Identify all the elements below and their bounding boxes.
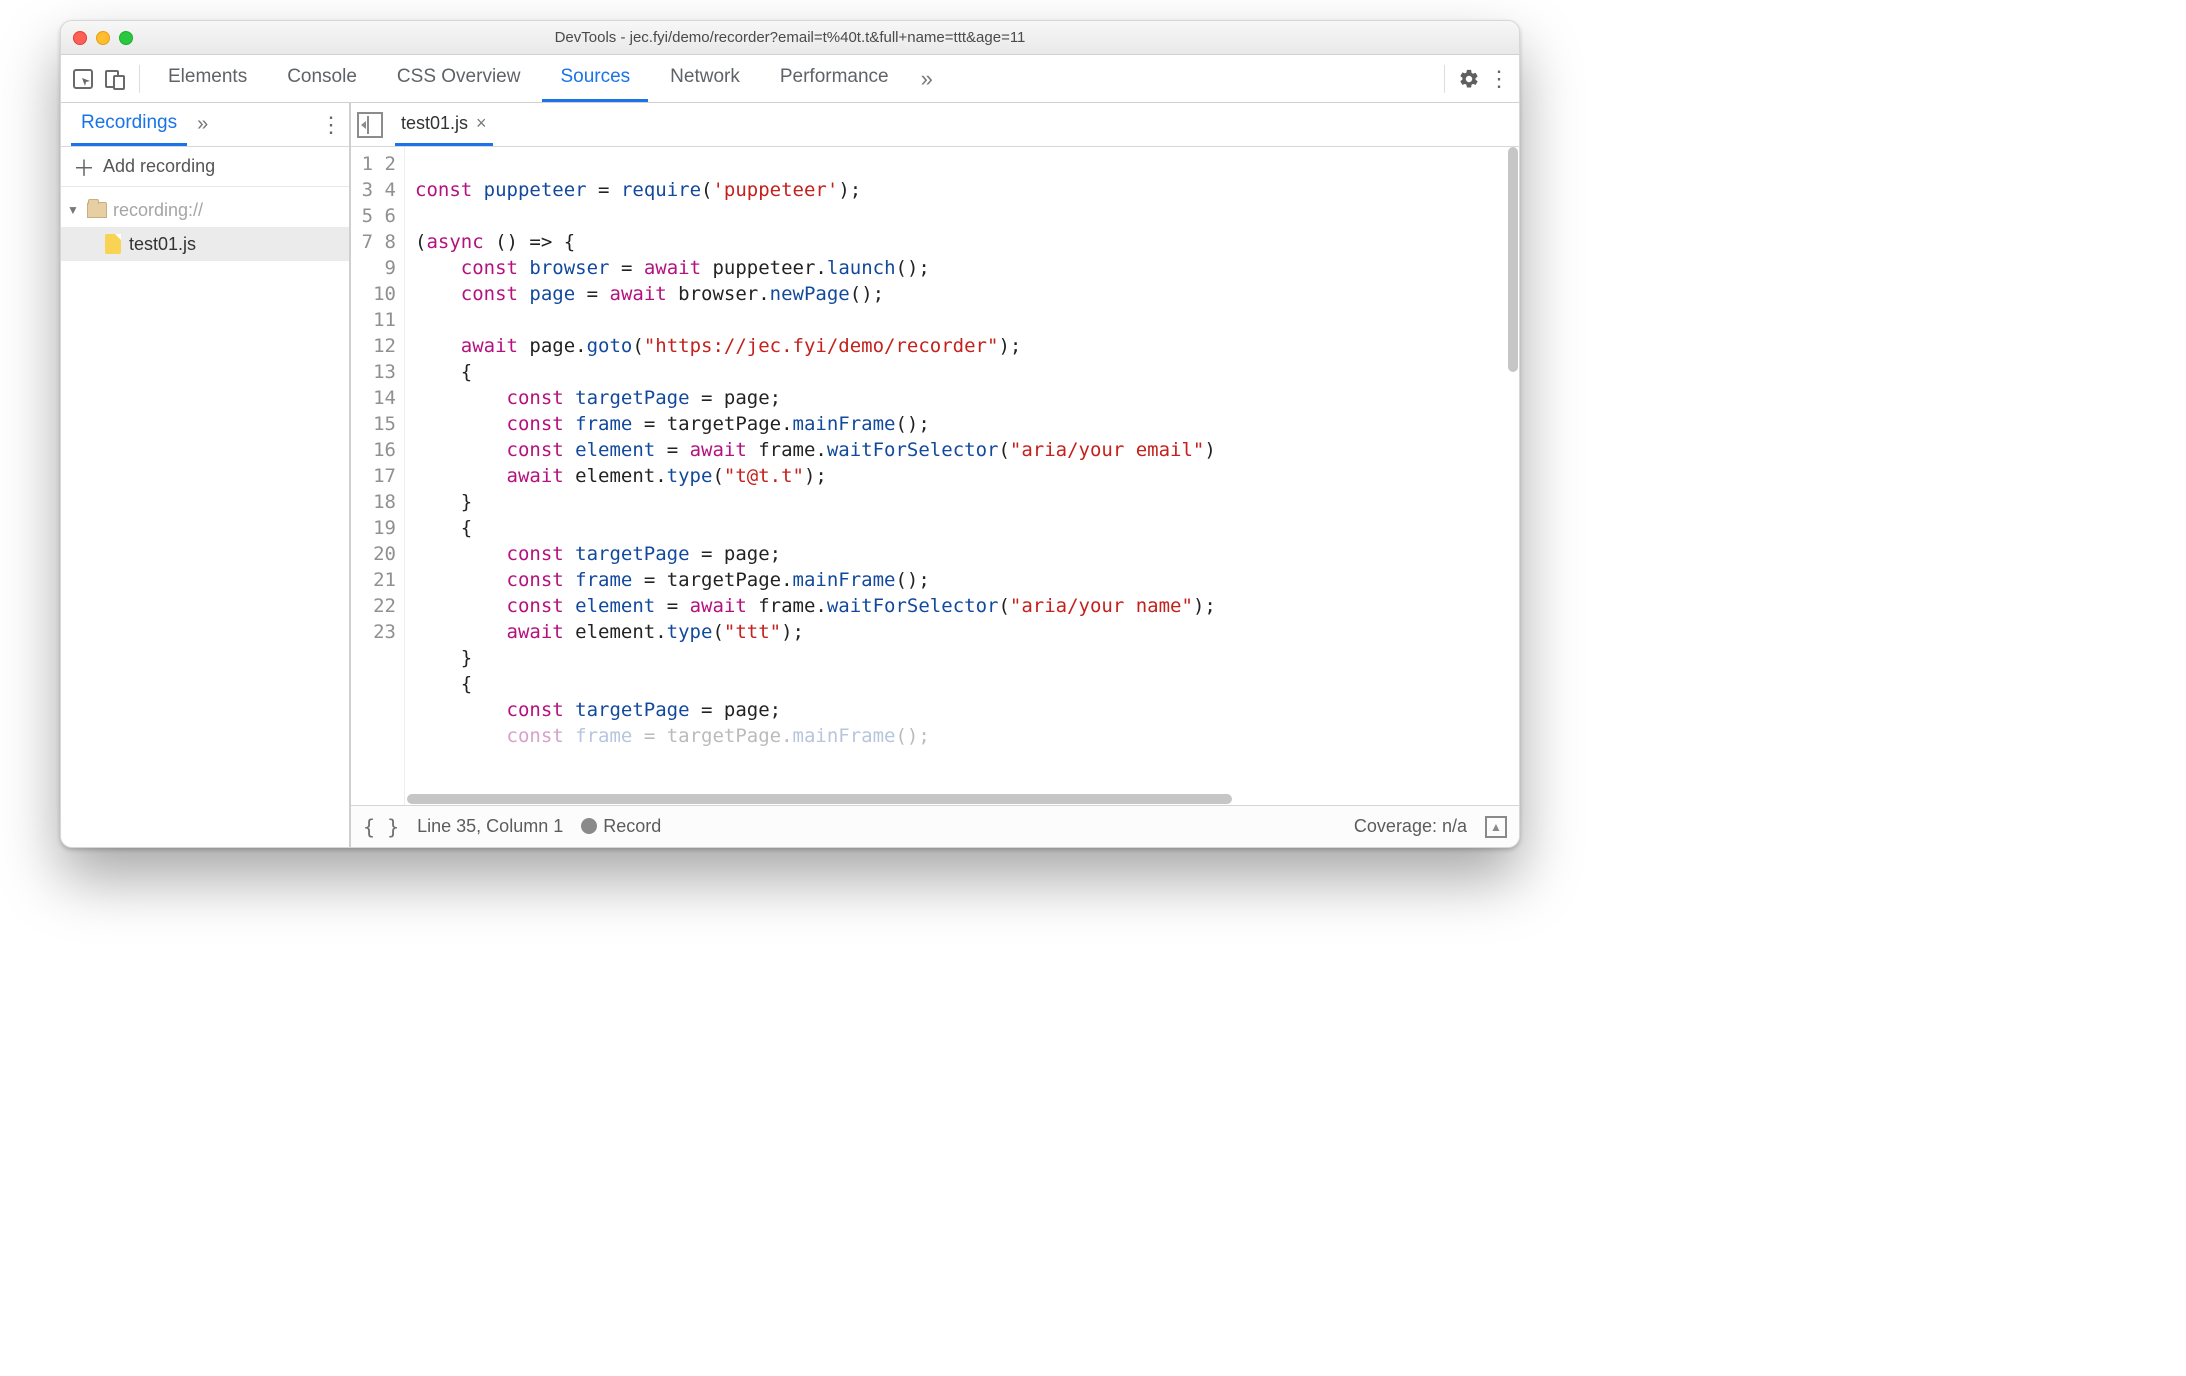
titlebar: DevTools - jec.fyi/demo/recorder?email=t… xyxy=(61,21,1519,55)
line-number-gutter: 1 2 3 4 5 6 7 8 9 10 11 12 13 14 15 16 1… xyxy=(351,147,405,805)
record-dot-icon xyxy=(581,818,597,834)
format-icon[interactable]: { } xyxy=(363,815,399,839)
minimize-window-button[interactable] xyxy=(96,31,110,45)
file-icon xyxy=(105,234,121,254)
main-tab-strip: ElementsConsoleCSS OverviewSourcesNetwor… xyxy=(61,55,1519,103)
chevron-down-icon: ▼ xyxy=(67,203,81,217)
vertical-scrollbar[interactable] xyxy=(1505,147,1519,791)
code-viewport: 1 2 3 4 5 6 7 8 9 10 11 12 13 14 15 16 1… xyxy=(351,147,1519,805)
sidebar-tab-strip: Recordings » ⋮ xyxy=(61,103,349,147)
kebab-menu-icon[interactable]: ⋮ xyxy=(1487,65,1511,93)
main-tab-sources[interactable]: Sources xyxy=(542,55,648,102)
cursor-position: Line 35, Column 1 xyxy=(417,816,563,837)
recordings-tree: ▼ recording:// test01.js xyxy=(61,187,349,267)
main-tab-console[interactable]: Console xyxy=(269,55,375,102)
close-window-button[interactable] xyxy=(73,31,87,45)
gear-icon[interactable] xyxy=(1455,65,1483,93)
close-tab-icon[interactable]: × xyxy=(476,113,487,134)
separator xyxy=(139,65,140,93)
separator xyxy=(1444,65,1445,93)
folder-icon xyxy=(87,202,107,218)
sidebar: Recordings » ⋮ ＋ Add recording ▼ recordi… xyxy=(61,103,351,847)
tab-recordings-label: Recordings xyxy=(81,112,177,134)
tree-folder-label: recording:// xyxy=(113,200,203,221)
file-tab[interactable]: test01.js × xyxy=(395,103,493,146)
editor-tab-strip: test01.js × xyxy=(351,103,1519,147)
tree-file-row[interactable]: test01.js xyxy=(61,227,349,261)
main-tab-css-overview[interactable]: CSS Overview xyxy=(379,55,539,102)
more-tabs-icon[interactable]: » xyxy=(911,66,943,92)
window-controls xyxy=(73,31,133,45)
record-label: Record xyxy=(603,816,661,836)
devtools-window: DevTools - jec.fyi/demo/recorder?email=t… xyxy=(60,20,1520,848)
main-tab-network[interactable]: Network xyxy=(652,55,758,102)
content-area: Recordings » ⋮ ＋ Add recording ▼ recordi… xyxy=(61,103,1519,847)
maximize-window-button[interactable] xyxy=(119,31,133,45)
main-tab-elements[interactable]: Elements xyxy=(150,55,265,102)
tree-file-label: test01.js xyxy=(129,234,196,255)
status-bar: { } Line 35, Column 1 Record Coverage: n… xyxy=(351,805,1519,847)
tree-folder-row[interactable]: ▼ recording:// xyxy=(61,193,349,227)
device-toolbar-icon[interactable] xyxy=(101,65,129,93)
window-title: DevTools - jec.fyi/demo/recorder?email=t… xyxy=(61,29,1519,46)
editor-pane: test01.js × 1 2 3 4 5 6 7 8 9 10 11 12 1… xyxy=(351,103,1519,847)
toggle-navigator-icon[interactable] xyxy=(357,112,383,138)
scroll-to-top-icon[interactable]: ▲ xyxy=(1485,816,1507,838)
file-tab-label: test01.js xyxy=(401,113,468,134)
main-tab-performance[interactable]: Performance xyxy=(762,55,907,102)
horizontal-scrollbar[interactable] xyxy=(407,791,1507,805)
add-recording-button[interactable]: ＋ Add recording xyxy=(61,147,349,187)
plus-icon: ＋ xyxy=(73,151,95,183)
inspect-element-icon[interactable] xyxy=(69,65,97,93)
coverage-status: Coverage: n/a xyxy=(1354,816,1467,837)
more-sidebar-tabs-icon[interactable]: » xyxy=(193,113,212,136)
add-recording-label: Add recording xyxy=(103,156,215,177)
tab-recordings[interactable]: Recordings xyxy=(71,103,187,146)
sidebar-kebab-icon[interactable]: ⋮ xyxy=(319,112,343,138)
record-button[interactable]: Record xyxy=(581,816,661,837)
code-content[interactable]: const puppeteer = require('puppeteer');(… xyxy=(405,147,1519,805)
